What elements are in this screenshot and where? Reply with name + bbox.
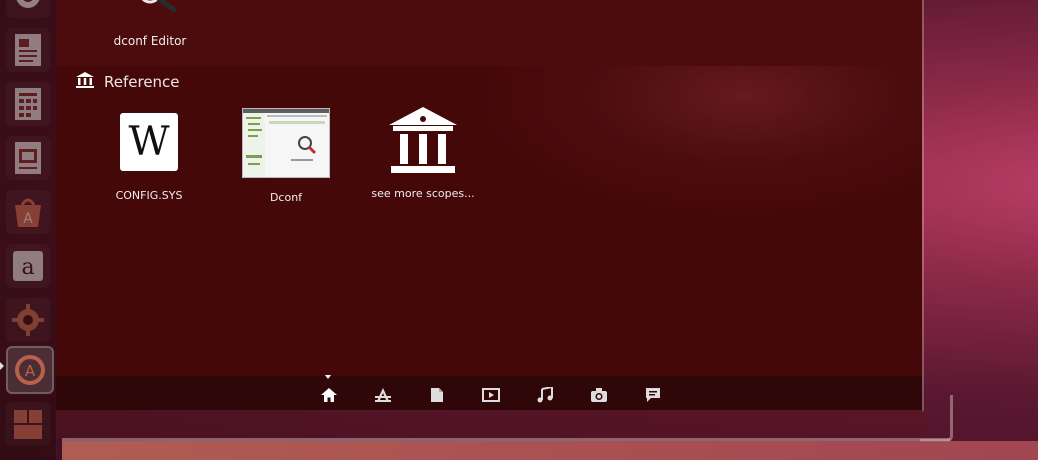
svg-text:A: A xyxy=(25,362,36,380)
launcher: A a A xyxy=(0,0,57,460)
writer-icon[interactable] xyxy=(6,28,50,72)
result-config-sys[interactable]: W CONFIG.SYS xyxy=(79,105,219,202)
dash-resize-corner[interactable] xyxy=(920,395,953,442)
update-manager-icon[interactable]: A xyxy=(6,346,54,394)
result-label: Dconf xyxy=(269,191,303,204)
active-launcher-indicator xyxy=(0,362,4,370)
video-lens-icon[interactable] xyxy=(480,385,502,405)
dash-bottom-edge xyxy=(56,410,926,438)
active-lens-indicator xyxy=(325,375,331,379)
result-label: CONFIG.SYS xyxy=(115,189,183,202)
music-lens-icon[interactable] xyxy=(534,385,556,405)
dconf-editor-label[interactable]: dconf Editor xyxy=(95,34,205,48)
system-settings-icon[interactable] xyxy=(6,298,50,342)
amazon-icon[interactable]: a xyxy=(6,244,50,288)
reference-building-icon xyxy=(76,72,94,92)
dash-previous-category xyxy=(56,0,922,66)
files-lens-icon[interactable] xyxy=(426,385,448,405)
desktop-lower-strip xyxy=(62,441,1038,460)
social-lens-icon[interactable] xyxy=(642,385,664,405)
dash-background-glow xyxy=(476,66,922,216)
magnifier-icon[interactable] xyxy=(130,0,178,14)
photos-lens-icon[interactable] xyxy=(588,385,610,405)
scopes-building-icon xyxy=(387,105,459,177)
wikipedia-icon: W xyxy=(120,113,178,171)
calc-icon[interactable] xyxy=(6,82,50,126)
category-header: Reference xyxy=(76,72,180,92)
result-dconf[interactable]: Dconf xyxy=(216,105,356,204)
dash-right-border xyxy=(922,0,924,412)
dash-panel xyxy=(56,0,922,410)
result-label: see more scopes... xyxy=(371,187,475,200)
category-title: Reference xyxy=(104,73,180,91)
dconf-thumbnail xyxy=(242,108,330,178)
result-see-more-scopes[interactable]: see more scopes... xyxy=(353,105,493,200)
svg-text:A: A xyxy=(23,211,33,227)
applications-lens-icon[interactable] xyxy=(372,385,394,405)
software-center-icon[interactable]: A xyxy=(6,190,50,234)
impress-icon[interactable] xyxy=(6,136,50,180)
ubuntu-logo-icon[interactable] xyxy=(6,0,50,18)
svg-text:a: a xyxy=(21,255,34,280)
home-lens-icon[interactable] xyxy=(318,385,340,405)
workspace-switcher-icon[interactable] xyxy=(6,402,50,446)
